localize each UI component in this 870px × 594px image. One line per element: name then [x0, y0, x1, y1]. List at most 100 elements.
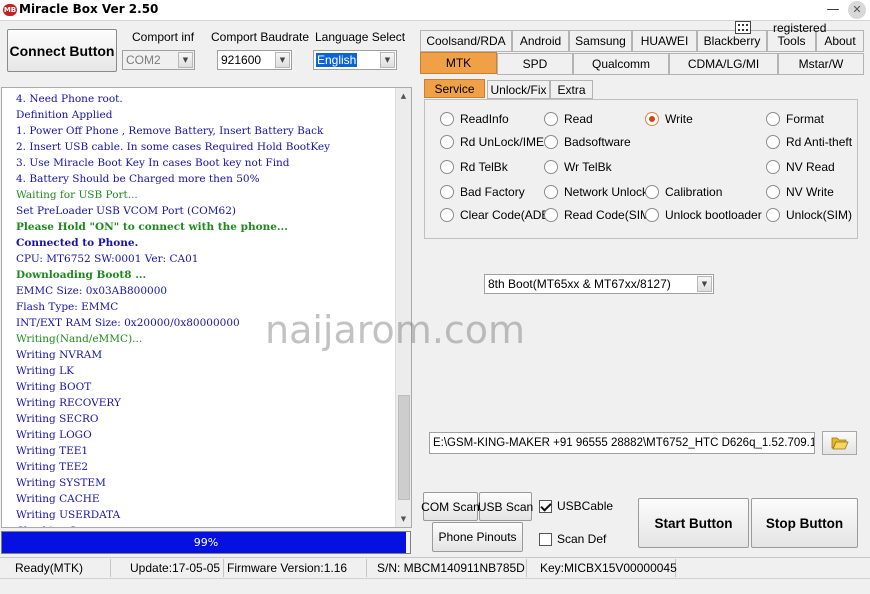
log-line: Writing RECOVERY [16, 397, 121, 409]
radio-dot [544, 185, 558, 199]
chevron-down-icon[interactable]: ▼ [178, 52, 193, 68]
status-state: Ready(MTK) [9, 559, 111, 577]
scroll-up-icon[interactable]: ▲ [396, 88, 411, 104]
radio-label: Wr TelBk [564, 160, 612, 174]
boot-select[interactable]: 8th Boot(MT65xx & MT67xx/8127) ▼ [484, 274, 714, 294]
radio-dot [766, 208, 780, 222]
subtab-service[interactable]: Service [424, 79, 485, 98]
log-panel[interactable]: 4. Need Phone root. Definition Applied 1. … [1, 87, 412, 528]
log-line: Writing BOOT [16, 381, 92, 393]
radio-rd-anti-theft[interactable]: Rd Anti-theft [766, 134, 852, 150]
progress-label: 99% [193, 536, 219, 549]
radio-rd-unlock-imei[interactable]: Rd UnLock/IMEI [440, 134, 547, 150]
window-title: Miracle Box Ver 2.50 [19, 2, 159, 16]
radio-dot [766, 185, 780, 199]
radio-calibration[interactable]: Calibration [645, 184, 722, 200]
status-row-secondary [0, 578, 870, 594]
usb-cable-checkbox[interactable]: USBCable [539, 499, 613, 513]
radio-dot [440, 112, 454, 126]
log-line: Writing USERDATA [16, 509, 121, 521]
scan-def-checkbox[interactable]: Scan Def [539, 532, 606, 546]
tab-huawei[interactable]: HUAWEI [632, 30, 697, 52]
chevron-down-icon[interactable]: ▼ [697, 276, 712, 292]
usb-scan-button[interactable]: USB Scan [478, 492, 533, 521]
radio-wr-telbk[interactable]: Wr TelBk [544, 159, 612, 175]
status-key: Key:MICBX15V00000045 [534, 559, 677, 577]
tab-blackberry[interactable]: Blackberry [697, 30, 767, 52]
log-line: Writing NVRAM [16, 349, 103, 361]
close-icon[interactable]: ✕ [848, 1, 866, 19]
radio-label: NV Write [786, 185, 834, 199]
radio-clear-code-adb[interactable]: Clear Code(ADB) [440, 207, 553, 223]
radio-write[interactable]: Write [645, 111, 693, 127]
radio-read-code-sim[interactable]: Read Code(SIM) [544, 207, 654, 223]
status-update: Update:17-05-05 [124, 559, 224, 577]
log-line: EMMC Size: 0x03AB800000 [16, 285, 168, 297]
radio-label: Network Unlock [564, 185, 649, 199]
minimize-icon[interactable]: — [826, 3, 840, 17]
radio-readinfo[interactable]: ReadInfo [440, 111, 509, 127]
comport-select[interactable]: COM2 ▼ [122, 50, 195, 70]
tab-coolsand-rda[interactable]: Coolsand/RDA [420, 30, 512, 52]
radio-label: Badsoftware [564, 135, 631, 149]
log-line: Writing TEE1 [16, 445, 89, 457]
browse-button[interactable] [822, 431, 857, 455]
phone-pinouts-button[interactable]: Phone Pinouts [432, 522, 523, 552]
tab-samsung[interactable]: Samsung [569, 30, 632, 52]
chevron-down-icon[interactable]: ▼ [275, 52, 290, 68]
log-line: Writing(Nand/eMMC)... [16, 333, 143, 345]
radio-label: Unlock bootloader [665, 208, 762, 222]
start-button[interactable]: Start Button [638, 498, 749, 548]
radio-unlock-bootloader[interactable]: Unlock bootloader [645, 207, 762, 223]
log-line: 3. Use Miracle Boot Key In cases Boot ke… [16, 157, 290, 169]
keyboard-icon [735, 21, 751, 34]
stop-button[interactable]: Stop Button [751, 498, 858, 548]
log-scrollbar[interactable]: ▲ ▼ [395, 88, 411, 527]
radio-label: ReadInfo [460, 112, 509, 126]
radio-badsoftware[interactable]: Badsoftware [544, 134, 631, 150]
radio-read[interactable]: Read [544, 111, 593, 127]
radio-unlock-sim[interactable]: Unlock(SIM) [766, 207, 852, 223]
log-line: 1. Power Off Phone , Remove Battery, Ins… [16, 125, 324, 137]
scrollbar-thumb[interactable] [398, 395, 410, 500]
subtab-unlock-fix[interactable]: Unlock/Fix [487, 80, 550, 99]
tab-mtk[interactable]: MTK [420, 52, 497, 74]
radio-label: Read [564, 112, 593, 126]
radio-nv-write[interactable]: NV Write [766, 184, 834, 200]
tab-spd[interactable]: SPD [497, 53, 573, 75]
radio-dot [544, 135, 558, 149]
radio-bad-factory[interactable]: Bad Factory [440, 184, 525, 200]
com-scan-button[interactable]: COM Scan [421, 492, 480, 521]
log-line: Writing SECRO [16, 413, 99, 425]
radio-network-unlock[interactable]: Network Unlock [544, 184, 648, 200]
radio-format[interactable]: Format [766, 111, 824, 127]
language-select[interactable]: English ▼ [313, 50, 397, 70]
status-serial: S/N: MBCM140911NB785D [371, 559, 527, 577]
checkbox-box [539, 532, 552, 546]
subtab-extra[interactable]: Extra [550, 80, 593, 99]
radio-nv-read[interactable]: NV Read [766, 159, 835, 175]
language-label: Language Select [315, 30, 406, 44]
boot-select-value: 8th Boot(MT65xx & MT67xx/8127) [488, 277, 671, 291]
tab-mstar-w[interactable]: Mstar/W [778, 53, 864, 75]
chevron-down-icon[interactable]: ▼ [380, 52, 395, 68]
tab-cdma-lg-mi[interactable]: CDMA/LG/MI [669, 53, 778, 75]
progress-bar: 99% [1, 531, 411, 554]
radio-dot [766, 135, 780, 149]
firmware-path-field[interactable]: E:\GSM-KING-MAKER +91 96555 28882\MT6752… [429, 432, 815, 454]
radio-dot [440, 135, 454, 149]
log-line: Downloading Boot8 ... [16, 269, 147, 281]
status-bar: Ready(MTK) Update:17-05-05 Firmware Vers… [0, 557, 870, 594]
radio-rd-telbk[interactable]: Rd TelBk [440, 159, 508, 175]
log-lines: 4. Need Phone root. Definition Applied 1. … [16, 91, 396, 527]
log-line: Connected to Phone. [16, 237, 139, 249]
log-line: Please Hold "ON" to connect with the pho… [16, 221, 288, 233]
title-bar: MB Miracle Box Ver 2.50 — ✕ [0, 0, 870, 21]
tab-qualcomm[interactable]: Qualcomm [573, 53, 669, 75]
log-line: Writing LOGO [16, 429, 92, 441]
connect-button[interactable]: Connect Button [7, 29, 117, 72]
scroll-down-icon[interactable]: ▼ [396, 511, 411, 527]
baudrate-select[interactable]: 921600 ▼ [217, 50, 292, 70]
tab-android[interactable]: Android [512, 30, 569, 52]
radio-dot [544, 160, 558, 174]
